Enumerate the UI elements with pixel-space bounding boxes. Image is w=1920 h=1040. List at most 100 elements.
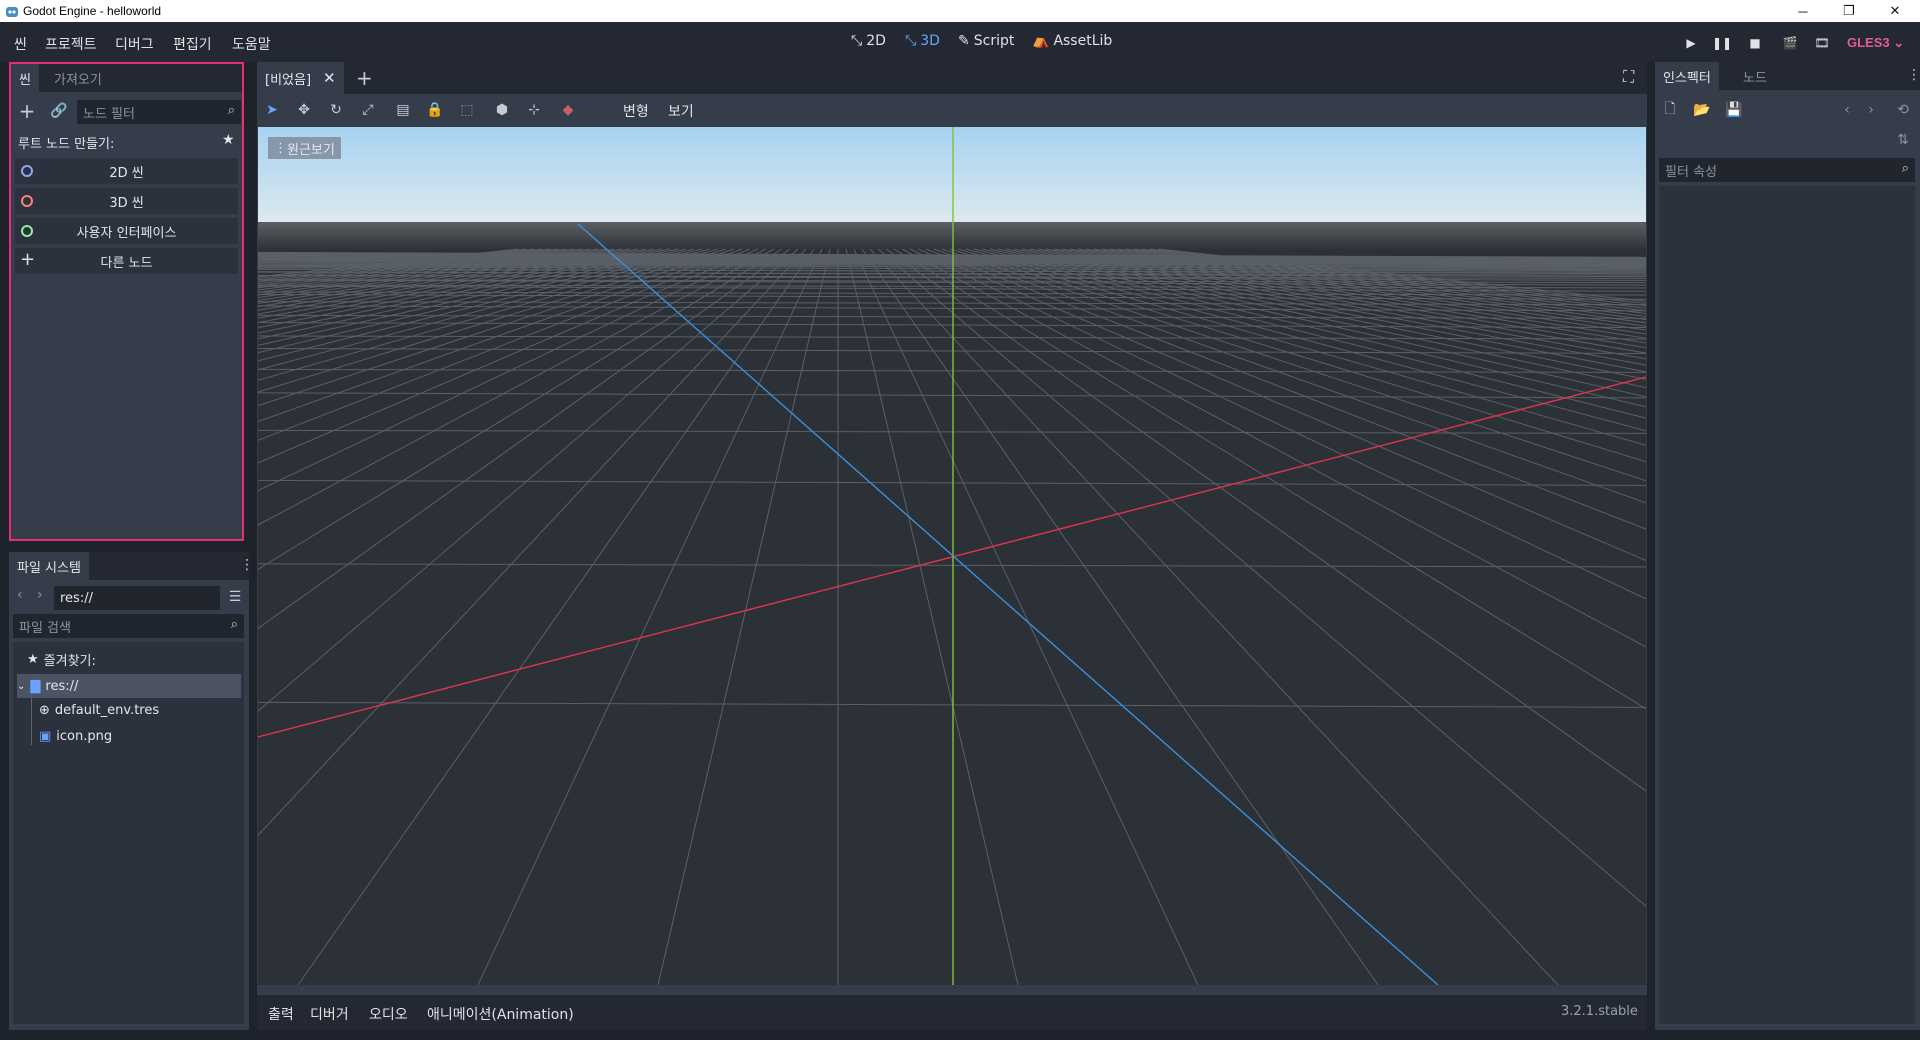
list-select-icon[interactable]: ▤ <box>392 99 414 121</box>
create-2d-scene-button[interactable]: 2D 씬 <box>15 158 238 184</box>
fullscreen-icon[interactable]: ⛶ <box>1623 67 1634 87</box>
file-search-input[interactable]: 파일 검색 ⌕ <box>13 614 244 638</box>
tree-guide-line <box>31 698 32 745</box>
menu-bar: 씬 프로젝트 디버그 편집기 도움말 ⤡ 2D ⤡ 3D ✎ Script ⛺ Asse… <box>0 22 1920 62</box>
tree-item-res[interactable]: ⌄ ▇ res:// <box>17 674 241 698</box>
spatial-icon <box>21 195 33 207</box>
tab-node[interactable]: 노드 <box>1735 62 1775 90</box>
version-label: 3.2.1.stable <box>1561 1004 1638 1019</box>
close-icon[interactable]: ✕ <box>323 69 336 87</box>
image-icon: ▣ <box>39 729 52 744</box>
create-3d-scene-button[interactable]: 3D 씬 <box>15 188 238 214</box>
bottom-tab-audio[interactable]: 오디오 <box>369 1004 408 1024</box>
lock-icon[interactable]: 🔒 <box>424 99 446 121</box>
select-tool-icon[interactable]: ➤ <box>261 99 283 121</box>
filesystem-tabbar: 파일 시스템 ⋮ <box>9 552 254 580</box>
stop-icon[interactable]: ■ <box>1746 34 1764 52</box>
scene-tabbar: [비었음] ✕ + ⛶ <box>257 62 1647 94</box>
workspace-3d-button[interactable]: ⤡ 3D <box>905 33 940 49</box>
menu-project[interactable]: 프로젝트 <box>45 34 97 54</box>
renderer-selector[interactable]: GLES3 ⌄ <box>1847 35 1904 51</box>
play-scene-icon[interactable]: 🎬 <box>1781 34 1799 52</box>
close-window-button[interactable]: ✕ <box>1872 0 1918 22</box>
back-arrow-icon[interactable]: ‹ <box>17 587 23 603</box>
search-icon: ⌕ <box>230 617 238 632</box>
create-root-label: 루트 노드 만들기: <box>18 137 115 152</box>
local-space-icon[interactable]: ⬢ <box>491 99 513 121</box>
tab-inspector[interactable]: 인스펙터 <box>1655 62 1719 90</box>
inspector-tabbar: 인스펙터 노드 ⋮ <box>1655 62 1920 90</box>
search-icon: ⌕ <box>1901 161 1909 176</box>
bottom-tab-debugger[interactable]: 디버거 <box>310 1004 349 1024</box>
property-filter-input[interactable]: 필터 속성 ⌕ <box>1659 158 1915 182</box>
save-icon[interactable]: 💾 <box>1723 99 1745 121</box>
viewport-scene <box>258 127 1646 985</box>
star-icon: ★ <box>27 652 39 667</box>
node-filter-input[interactable]: 노드 필터 ⌕ <box>77 100 241 124</box>
tab-filesystem[interactable]: 파일 시스템 <box>9 552 89 580</box>
environment-icon: ⊕ <box>39 703 50 718</box>
scale-tool-icon[interactable]: ⤢ <box>357 99 379 121</box>
perspective-menu[interactable]: ⋮ 원근보기 <box>268 137 341 159</box>
sort-icon[interactable]: ⇅ <box>1892 129 1914 151</box>
3d-viewport[interactable]: ⋮ 원근보기 <box>258 127 1646 985</box>
forward-arrow-icon[interactable]: › <box>37 587 43 603</box>
scene-tab[interactable]: [비었음] ✕ <box>257 62 344 94</box>
tab-import[interactable]: 가져오기 <box>46 64 110 92</box>
dock-menu-icon[interactable]: ⋮ <box>1907 67 1920 83</box>
rotate-tool-icon[interactable]: ↻ <box>325 99 347 121</box>
camera-preview-icon[interactable]: ◆ <box>557 99 579 121</box>
workspace-2d-button[interactable]: ⤡ 2D <box>851 33 886 49</box>
scene-dock: 씬 가져오기 + 🔗 노드 필터 ⌕ 루트 노드 만들기: ★ 2D 씬 3D … <box>9 62 244 541</box>
chevron-down-icon: ⌄ <box>17 680 26 692</box>
add-scene-tab-icon[interactable]: + <box>356 66 373 90</box>
menu-debug[interactable]: 디버그 <box>115 34 154 54</box>
restore-button[interactable]: ❐ <box>1826 0 1872 22</box>
workspace-script-button[interactable]: ✎ Script <box>958 33 1014 49</box>
other-node-button[interactable]: + 다른 노드 <box>15 248 238 274</box>
group-icon[interactable]: ⬚ <box>456 99 478 121</box>
dock-menu-icon[interactable]: ⋮ <box>240 557 254 573</box>
window-title-bar: Godot Engine - helloworld ─ ❐ ✕ <box>0 0 1920 22</box>
search-icon: ⌕ <box>227 103 235 118</box>
minimize-button[interactable]: ─ <box>1780 0 1826 22</box>
play-custom-scene-icon[interactable]: 🎞 <box>1813 34 1831 52</box>
workspace-assetlib-button[interactable]: ⛺ AssetLib <box>1032 33 1112 49</box>
history-back-icon[interactable]: ‹ <box>1836 99 1858 121</box>
tree-item-file[interactable]: ⊕ default_env.tres <box>39 703 159 718</box>
file-tree: ★ 즐겨찾기: ⌄ ▇ res:// ⊕ default_env.tres ▣ ico… <box>13 642 244 1024</box>
menu-transform[interactable]: 변형 <box>623 101 649 121</box>
inspector-content <box>1659 186 1915 1024</box>
menu-scene[interactable]: 씬 <box>14 34 27 54</box>
history-forward-icon[interactable]: › <box>1860 99 1882 121</box>
move-tool-icon[interactable]: ✥ <box>293 99 315 121</box>
favorite-star-icon[interactable]: ★ <box>222 132 235 148</box>
pause-icon[interactable]: ❚❚ <box>1712 34 1732 52</box>
play-icon[interactable]: ▶ <box>1682 34 1700 52</box>
node2d-icon <box>21 165 33 177</box>
filesystem-dock: 파일 시스템 ⋮ ‹ › res:// ☰ 파일 검색 ⌕ ★ 즐겨찾기: ⌄ ▇… <box>9 552 254 1030</box>
window-title: Godot Engine - helloworld <box>23 4 162 18</box>
create-ui-scene-button[interactable]: 사용자 인터페이스 <box>15 218 238 244</box>
bottom-tab-animation[interactable]: 애니메이션(Animation) <box>427 1004 574 1024</box>
open-folder-icon[interactable]: 📂 <box>1691 99 1713 121</box>
godot-logo-icon <box>6 7 18 17</box>
favorites-item[interactable]: ★ 즐겨찾기: <box>27 650 96 669</box>
menu-editor[interactable]: 편집기 <box>173 34 212 54</box>
link-icon[interactable]: 🔗 <box>48 100 70 122</box>
new-resource-icon[interactable]: 🗋 <box>1659 99 1681 121</box>
inspector-dock: 인스펙터 노드 ⋮ 🗋 📂 💾 ‹ › ⟲ ⇅ 필터 속성 ⌕ <box>1655 62 1920 1030</box>
add-node-icon[interactable]: + <box>16 99 38 123</box>
tree-item-file[interactable]: ▣ icon.png <box>39 729 112 744</box>
3d-icon: ⤡ <box>905 33 917 49</box>
plus-icon: + <box>20 249 36 270</box>
snap-icon[interactable]: ⊹ <box>523 99 545 121</box>
script-icon: ✎ <box>958 33 970 49</box>
menu-view[interactable]: 보기 <box>668 101 694 121</box>
tab-scene[interactable]: 씬 <box>11 64 39 92</box>
menu-help[interactable]: 도움말 <box>232 34 271 54</box>
bottom-tab-output[interactable]: 출력 <box>268 1004 294 1024</box>
history-icon[interactable]: ⟲ <box>1892 99 1914 121</box>
list-view-icon[interactable]: ☰ <box>224 586 246 608</box>
path-field[interactable]: res:// <box>54 586 220 610</box>
